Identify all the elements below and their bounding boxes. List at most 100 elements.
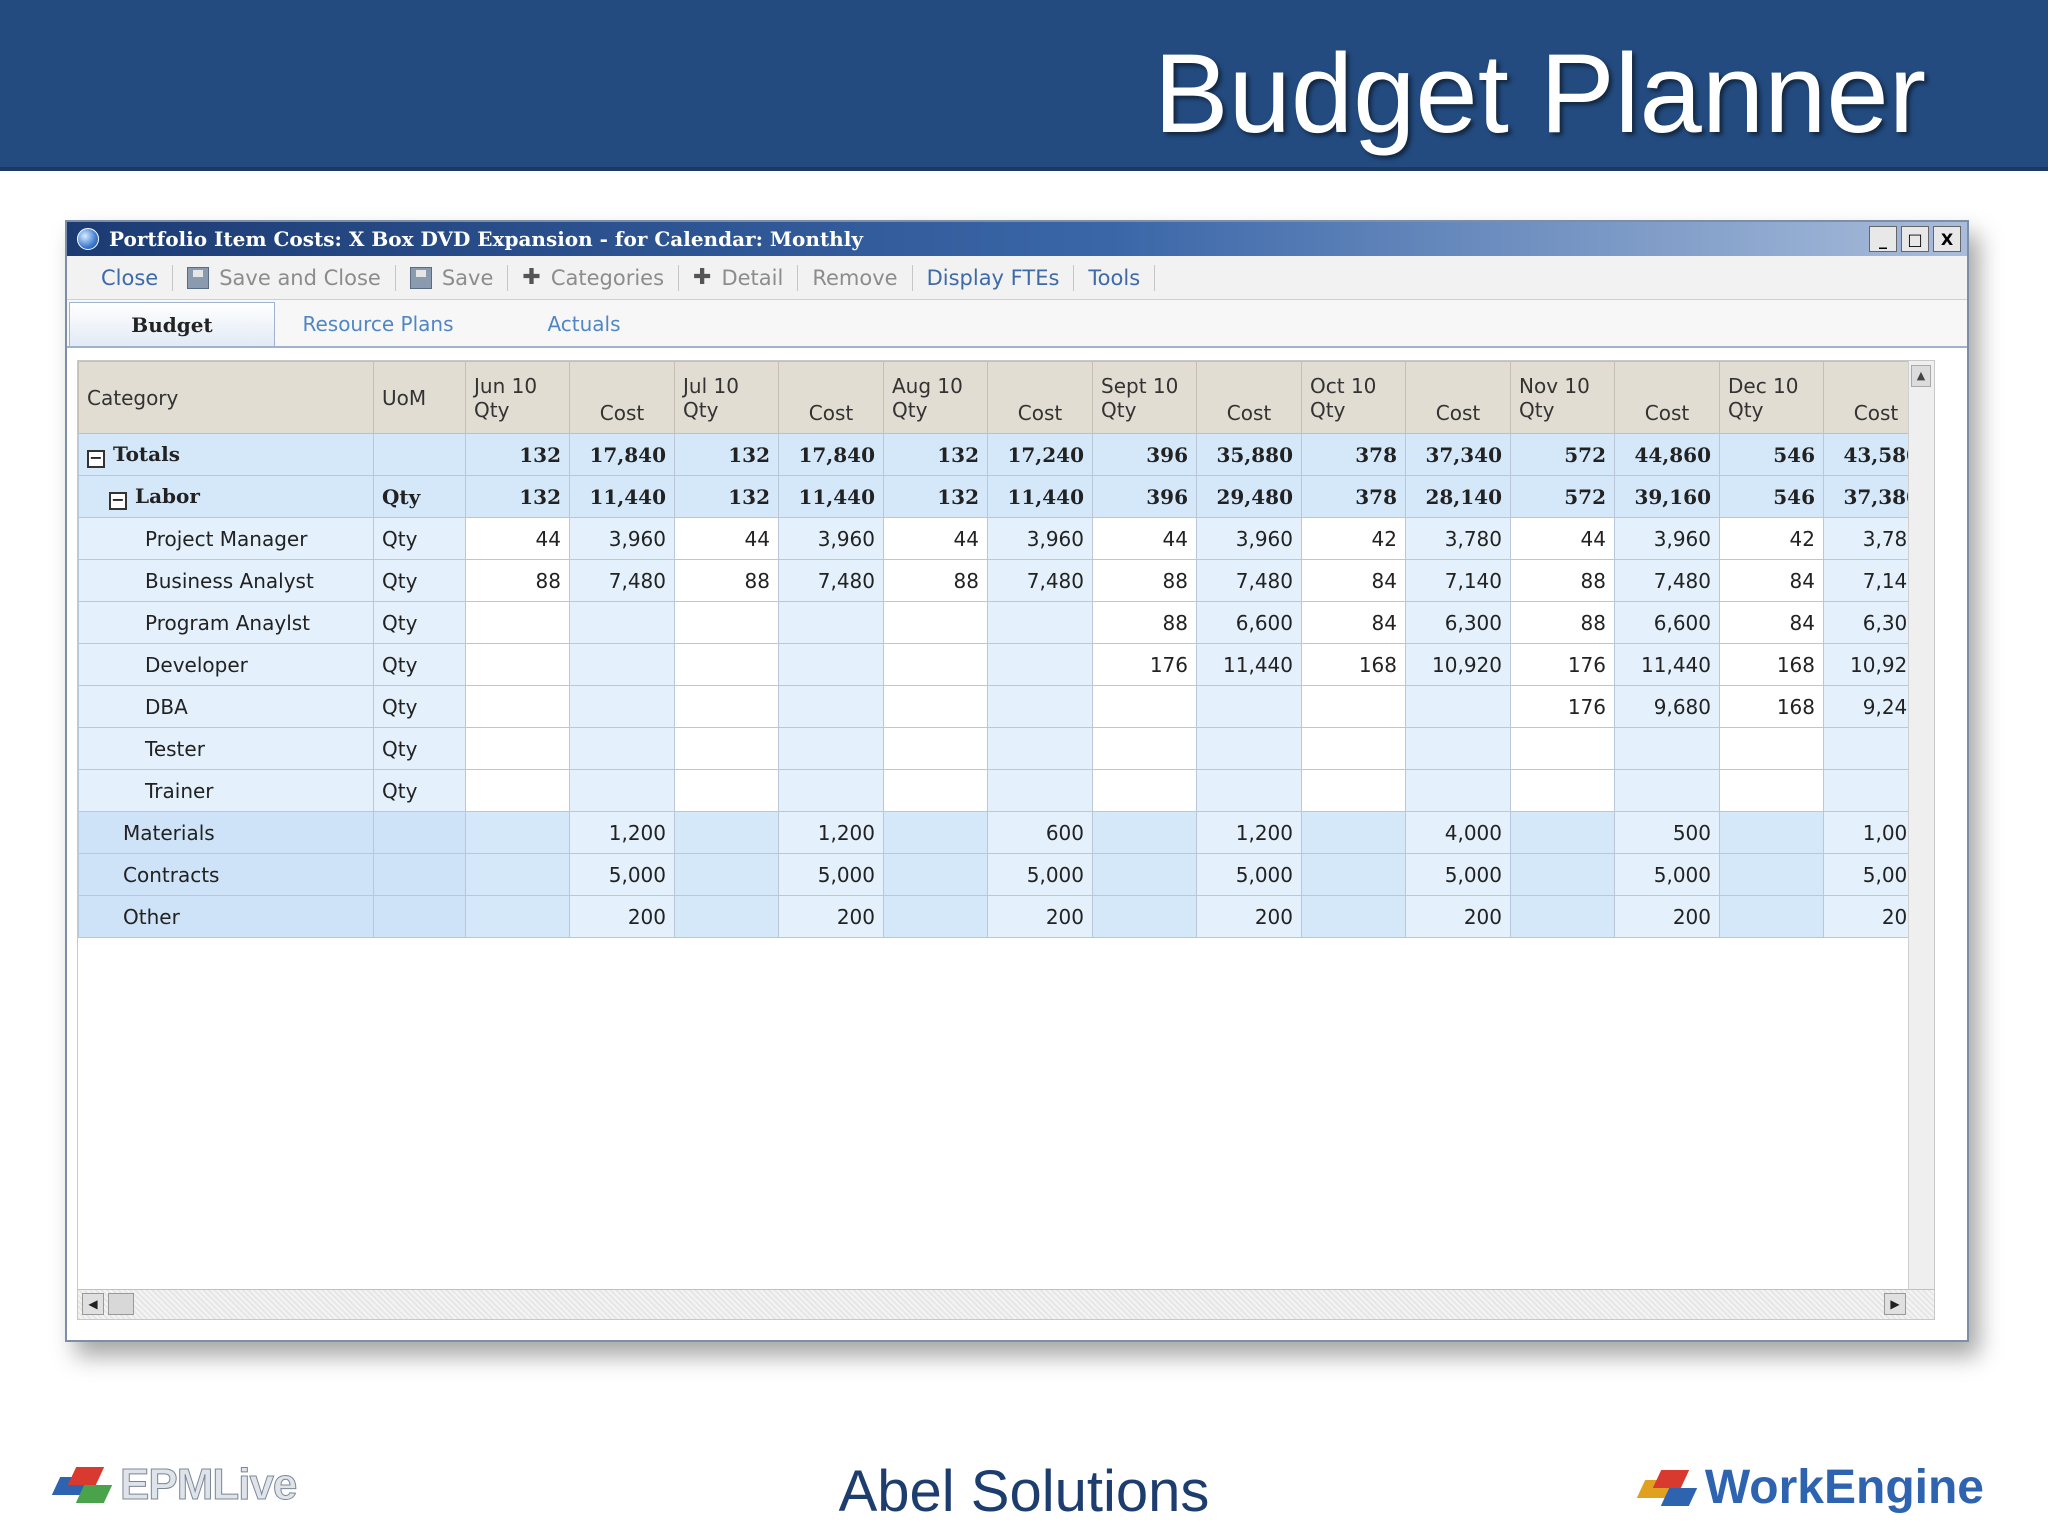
cost-cell[interactable]: 200 [987,895,1093,938]
cost-cell[interactable]: 17,840 [569,433,675,476]
qty-cell[interactable] [674,685,779,728]
cost-cell[interactable]: 7,480 [778,559,884,602]
qty-cell[interactable]: 396 [1092,433,1197,476]
qty-cell[interactable]: 84 [1301,601,1406,644]
table-row[interactable]: Materials 1,200 1,200 600 1,200 4,000 500 1,000 [78,811,1929,854]
qty-cell[interactable] [1719,853,1824,896]
category-cell[interactable]: Project Manager [78,517,374,560]
qty-cell[interactable] [1719,895,1824,938]
qty-cell[interactable] [883,643,988,686]
cost-cell[interactable]: 7,480 [987,559,1093,602]
qty-cell[interactable]: 84 [1719,601,1824,644]
cost-cell[interactable]: 500 [1614,811,1720,854]
cost-cell[interactable] [1196,769,1302,812]
scroll-thumb[interactable] [108,1293,134,1315]
cost-cell[interactable]: 5,000 [569,853,675,896]
qty-cell[interactable]: 88 [465,559,570,602]
qty-cell[interactable] [465,727,570,770]
qty-cell[interactable] [1301,895,1406,938]
qty-cell[interactable] [883,727,988,770]
qty-cell[interactable] [465,853,570,896]
table-row[interactable]: Contracts 5,000 5,000 5,000 5,000 5,000 5,000 5… [78,853,1929,896]
cost-cell[interactable] [778,727,884,770]
column-header-month-cost[interactable]: Cost [778,361,884,434]
qty-cell[interactable] [465,895,570,938]
qty-cell[interactable] [883,895,988,938]
qty-cell[interactable]: 168 [1719,643,1824,686]
cost-cell[interactable] [1614,727,1720,770]
qty-cell[interactable] [674,769,779,812]
qty-cell[interactable]: 44 [1092,517,1197,560]
table-row[interactable]: − Labor Qty 132 11,440 132 11,440 132 11,440 396 2… [78,475,1929,518]
qty-cell[interactable]: 44 [674,517,779,560]
qty-cell[interactable]: 88 [674,559,779,602]
category-cell[interactable]: − Totals [78,433,374,476]
cost-cell[interactable]: 3,960 [1196,517,1302,560]
qty-cell[interactable]: 176 [1092,643,1197,686]
uom-cell[interactable]: Qty [373,475,466,518]
cost-cell[interactable]: 5,000 [1196,853,1302,896]
cost-cell[interactable] [1405,727,1511,770]
cost-cell[interactable]: 200 [1614,895,1720,938]
cost-cell[interactable] [778,685,884,728]
qty-cell[interactable]: 88 [1510,601,1615,644]
qty-cell[interactable]: 132 [674,433,779,476]
qty-cell[interactable] [1510,727,1615,770]
cost-cell[interactable] [1196,727,1302,770]
uom-cell[interactable]: Qty [373,559,466,602]
qty-cell[interactable]: 88 [883,559,988,602]
cost-cell[interactable] [778,769,884,812]
column-header-month-cost[interactable]: Cost [987,361,1093,434]
uom-cell[interactable] [373,433,466,476]
cost-cell[interactable]: 600 [987,811,1093,854]
categories-button[interactable]: ✚ Categories [508,263,678,293]
cost-cell[interactable]: 3,960 [569,517,675,560]
qty-cell[interactable]: 132 [883,475,988,518]
cost-cell[interactable] [569,727,675,770]
qty-cell[interactable]: 546 [1719,475,1824,518]
category-cell[interactable]: Business Analyst [78,559,374,602]
qty-cell[interactable]: 572 [1510,433,1615,476]
detail-button[interactable]: ✚ Detail [679,263,797,293]
qty-cell[interactable]: 132 [465,475,570,518]
qty-cell[interactable] [883,853,988,896]
cost-cell[interactable]: 44,860 [1614,433,1720,476]
cost-cell[interactable]: 7,140 [1405,559,1511,602]
qty-cell[interactable]: 396 [1092,475,1197,518]
qty-cell[interactable] [1719,769,1824,812]
cost-cell[interactable]: 6,300 [1405,601,1511,644]
cost-cell[interactable] [987,727,1093,770]
cost-cell[interactable]: 28,140 [1405,475,1511,518]
qty-cell[interactable]: 168 [1301,643,1406,686]
cost-cell[interactable]: 3,960 [987,517,1093,560]
qty-cell[interactable]: 168 [1719,685,1824,728]
category-cell[interactable]: Materials [78,811,374,854]
qty-cell[interactable] [1719,727,1824,770]
qty-cell[interactable] [1301,727,1406,770]
qty-cell[interactable]: 44 [1510,517,1615,560]
cost-cell[interactable]: 37,340 [1405,433,1511,476]
column-header-month-cost[interactable]: Cost [1405,361,1511,434]
qty-cell[interactable]: 176 [1510,643,1615,686]
cost-cell[interactable]: 5,000 [987,853,1093,896]
cost-cell[interactable]: 1,200 [1196,811,1302,854]
column-header-month-cost[interactable]: Cost [569,361,675,434]
collapse-toggle-icon[interactable]: − [87,449,105,468]
uom-cell[interactable]: Qty [373,517,466,560]
cost-cell[interactable]: 6,600 [1196,601,1302,644]
cost-cell[interactable]: 35,880 [1196,433,1302,476]
qty-cell[interactable] [674,643,779,686]
qty-cell[interactable]: 132 [674,475,779,518]
uom-cell[interactable] [373,811,466,854]
cost-cell[interactable]: 9,680 [1614,685,1720,728]
vertical-scrollbar[interactable]: ▲ ▼ [1908,361,1934,1319]
column-header-month-qty[interactable]: Aug 10 Qty [883,361,988,434]
column-header-month-qty[interactable]: Oct 10 Qty [1301,361,1406,434]
qty-cell[interactable]: 84 [1719,559,1824,602]
cost-cell[interactable] [569,769,675,812]
close-window-button[interactable]: X [1933,226,1961,252]
qty-cell[interactable] [1092,769,1197,812]
qty-cell[interactable]: 44 [883,517,988,560]
qty-cell[interactable]: 88 [1092,601,1197,644]
category-cell[interactable]: Tester [78,727,374,770]
